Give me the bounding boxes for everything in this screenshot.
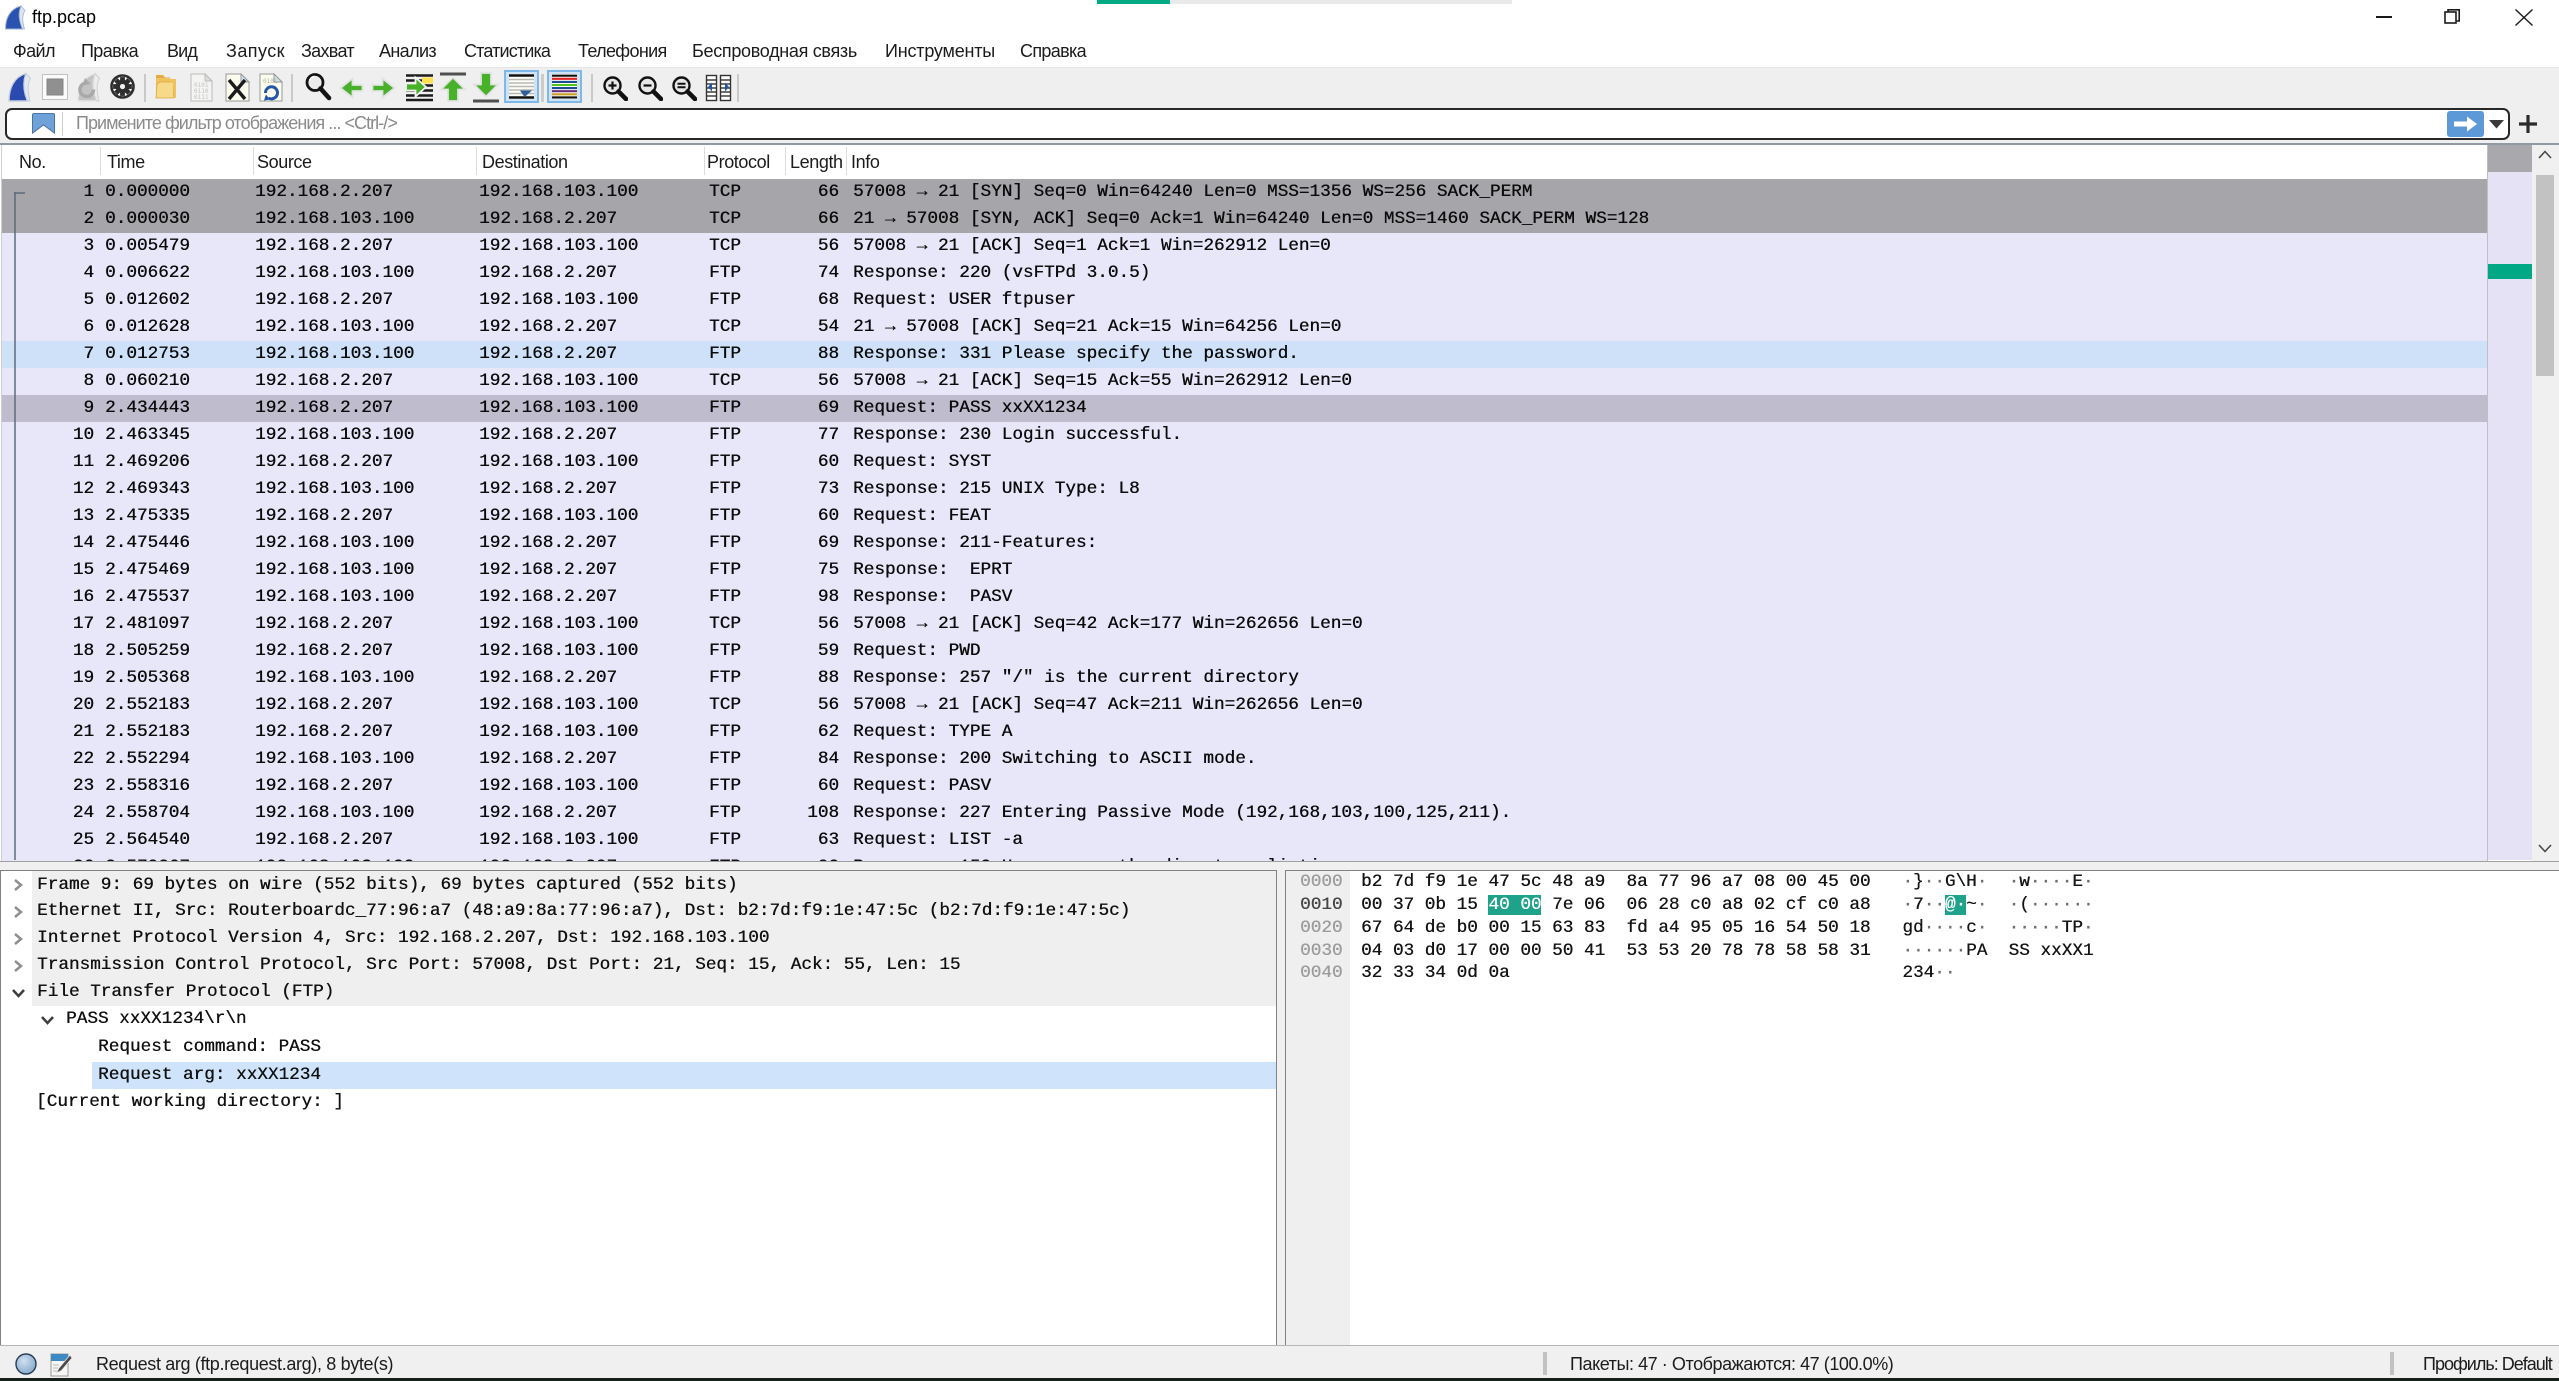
svg-text:0101: 0101 (263, 78, 278, 85)
svg-text:0111: 0111 (194, 94, 209, 101)
